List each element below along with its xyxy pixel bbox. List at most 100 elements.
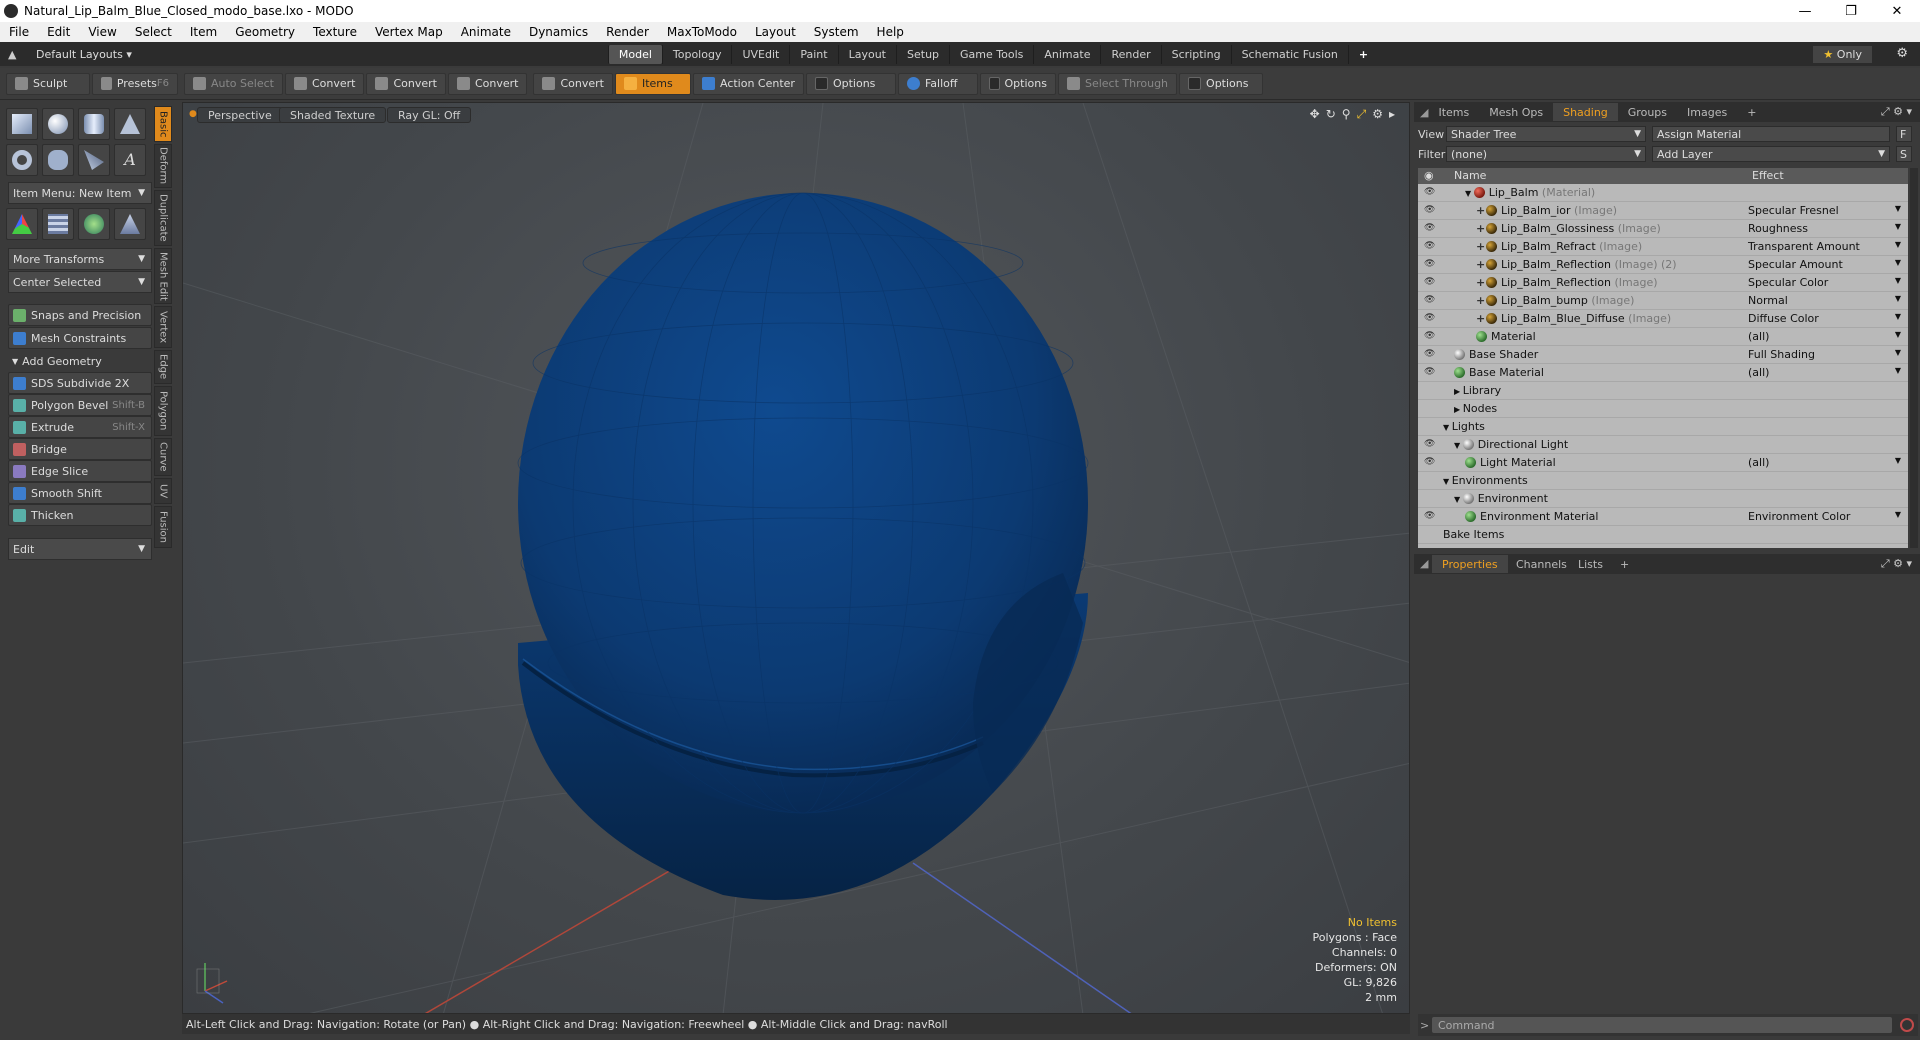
tab-paint[interactable]: Paint (789, 44, 837, 64)
default-layouts-dropdown[interactable]: Default Layouts ▾ (36, 48, 132, 61)
effect-dropdown[interactable]: Roughness ▼ (1748, 222, 1903, 235)
auto-select-button[interactable]: Auto Select (184, 72, 283, 95)
expanded-arrow-icon[interactable]: ▼ (1465, 189, 1474, 198)
menu-system[interactable]: System (805, 25, 868, 39)
properties-menu-icon[interactable]: ◢ (1420, 557, 1428, 570)
tree-row[interactable]: ▼ Environment (1418, 490, 1908, 508)
s-button[interactable]: S (1896, 146, 1912, 162)
tree-row[interactable]: 👁 + Lip_Balm_Glossiness (Image) Roughness ▼ (1418, 220, 1908, 238)
effect-dropdown[interactable]: Environment Color ▼ (1748, 510, 1903, 523)
tree-scrollbar[interactable] (1910, 168, 1918, 548)
tree-row[interactable]: 👁 + Lip_Balm_ior (Image) Specular Fresnel ▼ (1418, 202, 1908, 220)
visibility-eye-icon[interactable]: 👁 (1424, 331, 1436, 341)
edge-slice-button[interactable]: Edge Slice (8, 460, 152, 482)
effect-column-header[interactable]: Effect (1752, 169, 1784, 182)
move-tool-button[interactable] (6, 208, 38, 240)
expanded-arrow-icon[interactable]: ▼ (1443, 423, 1452, 432)
record-icon[interactable] (1900, 1018, 1914, 1032)
close-icon[interactable]: ✕ (1874, 4, 1920, 19)
menu-file[interactable]: File (0, 25, 38, 39)
convert-material-button[interactable]: Convert (533, 72, 613, 95)
menu-geometry[interactable]: Geometry (226, 25, 304, 39)
tab-layout[interactable]: Layout (837, 44, 896, 64)
tree-row[interactable]: ▼ Environments (1418, 472, 1908, 490)
items-button[interactable]: Items (614, 72, 691, 95)
menu-dynamics[interactable]: Dynamics (520, 25, 597, 39)
restore-icon[interactable]: ❐ (1828, 4, 1874, 19)
tree-row[interactable]: ▼ Lights (1418, 418, 1908, 436)
tab-properties[interactable]: Properties (1432, 555, 1508, 573)
menu-help[interactable]: Help (868, 25, 913, 39)
cone-primitive-button[interactable] (114, 108, 146, 140)
tab-items[interactable]: Items (1428, 103, 1479, 121)
tab-render[interactable]: Render (1100, 44, 1160, 64)
tab-scripting[interactable]: Scripting (1160, 44, 1231, 64)
vtab-edge[interactable]: Edge (154, 350, 172, 384)
tab-setup[interactable]: Setup (896, 44, 949, 64)
torus-primitive-button[interactable] (6, 144, 38, 176)
visibility-eye-icon[interactable]: 👁 (1424, 313, 1436, 323)
effect-dropdown[interactable]: (all) ▼ (1748, 330, 1903, 343)
falloff-button[interactable]: Falloff (897, 72, 978, 95)
effect-dropdown[interactable]: Transparent Amount ▼ (1748, 240, 1903, 253)
rotate-tool-button[interactable] (78, 208, 110, 240)
visibility-eye-icon[interactable]: 👁 (1424, 457, 1436, 467)
tab-uvedit[interactable]: UVEdit (731, 44, 789, 64)
tree-row[interactable]: 👁 + Lip_Balm_Reflection (Image) Specular Co… (1418, 274, 1908, 292)
more-transforms-dropdown[interactable]: More Transforms ▼ (8, 248, 152, 270)
add-layer-dropdown[interactable]: Add Layer ▼ (1652, 146, 1890, 162)
panel-expand-icon[interactable]: ⤢ ⚙ ▾ (1881, 105, 1912, 119)
options-button-3[interactable]: Options (1179, 72, 1264, 95)
effect-dropdown[interactable]: (all) ▼ (1748, 456, 1903, 469)
sphere-primitive-button[interactable] (42, 108, 74, 140)
tree-row[interactable]: ▶ Nodes (1418, 400, 1908, 418)
tab-shading[interactable]: Shading (1553, 103, 1618, 121)
command-input[interactable]: Command (1432, 1017, 1892, 1033)
presets-button[interactable]: Presets F6 (92, 72, 178, 95)
visibility-eye-icon[interactable]: 👁 (1424, 241, 1436, 251)
add-geometry-header[interactable]: ▼ Add Geometry (8, 350, 152, 372)
tab-images[interactable]: Images (1677, 103, 1737, 121)
f-button[interactable]: F (1896, 126, 1912, 142)
expanded-arrow-icon[interactable]: ▼ (1454, 495, 1463, 504)
menu-maxtomodo[interactable]: MaxToModo (658, 25, 746, 39)
visibility-eye-icon[interactable]: 👁 (1424, 205, 1436, 215)
collapsed-arrow-icon[interactable]: ▶ (1454, 405, 1463, 414)
tab-groups[interactable]: Groups (1618, 103, 1677, 121)
effect-dropdown[interactable]: Full Shading ▼ (1748, 348, 1903, 361)
options-button-1[interactable]: Options (805, 72, 896, 95)
tree-row[interactable]: 👁 + Lip_Balm_Reflection (Image) (2) Specula… (1418, 256, 1908, 274)
assign-material-button[interactable]: Assign Material (1652, 126, 1890, 142)
effect-dropdown[interactable]: Diffuse Color ▼ (1748, 312, 1903, 325)
vtab-basic[interactable]: Basic (154, 106, 172, 142)
smooth-shift-button[interactable]: Smooth Shift (8, 482, 152, 504)
vtab-polygon[interactable]: Polygon (154, 386, 172, 436)
menu-view[interactable]: View (79, 25, 125, 39)
tree-row[interactable]: 👁 ▼ Directional Light (1418, 436, 1908, 454)
sds-subdivide-button[interactable]: SDS Subdivide 2X (8, 372, 152, 394)
mesh-constraints-button[interactable]: Mesh Constraints (8, 327, 152, 349)
visibility-eye-icon[interactable]: 👁 (1424, 259, 1436, 269)
effect-dropdown[interactable]: Specular Fresnel ▼ (1748, 204, 1903, 217)
tree-row[interactable]: ▶ Library (1418, 382, 1908, 400)
tree-row[interactable]: 👁 Environment Material Environment Color ▼ (1418, 508, 1908, 526)
tree-row[interactable]: 👁 ▼ Lip_Balm (Material) (1418, 184, 1908, 202)
expanded-arrow-icon[interactable]: ▼ (1443, 477, 1452, 486)
tree-row[interactable]: 👁 Base Shader Full Shading ▼ (1418, 346, 1908, 364)
panel-menu-icon[interactable]: ◢ (1420, 106, 1428, 119)
tab-schematic-fusion[interactable]: Schematic Fusion (1230, 44, 1348, 64)
sculpt-button[interactable]: Sculpt (6, 72, 90, 95)
visibility-eye-icon[interactable]: 👁 (1424, 439, 1436, 449)
tree-row[interactable]: 👁 Material (all) ▼ (1418, 328, 1908, 346)
cube-primitive-button[interactable] (6, 108, 38, 140)
menu-select[interactable]: Select (126, 25, 181, 39)
tree-row[interactable]: Bake Items (1418, 526, 1908, 544)
menu-texture[interactable]: Texture (304, 25, 366, 39)
minimize-icon[interactable]: — (1782, 4, 1828, 19)
collapsed-arrow-icon[interactable]: ▶ (1454, 387, 1463, 396)
gear-icon[interactable]: ⚙ (1896, 46, 1908, 61)
tab-animate[interactable]: Animate (1033, 44, 1100, 64)
expand-plus-icon[interactable]: + (1476, 240, 1486, 253)
tree-row[interactable]: 👁 Light Material (all) ▼ (1418, 454, 1908, 472)
visibility-eye-icon[interactable]: 👁 (1424, 187, 1436, 197)
